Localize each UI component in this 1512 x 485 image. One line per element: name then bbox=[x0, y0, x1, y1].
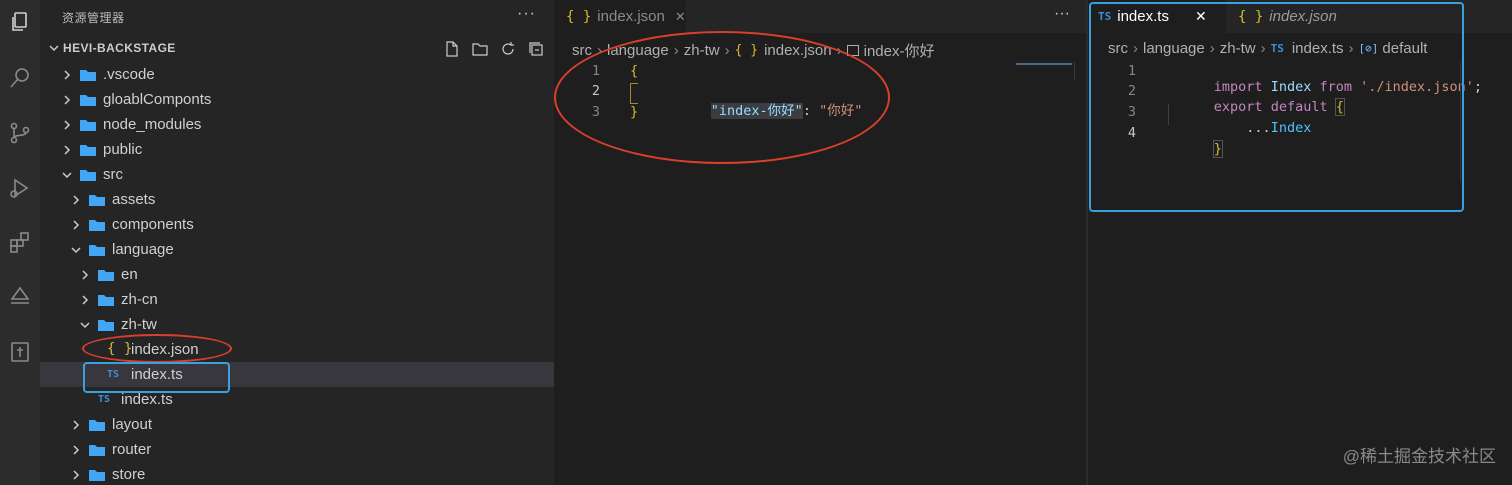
new-folder-icon[interactable] bbox=[470, 39, 490, 59]
more-actions-icon[interactable]: ··· bbox=[1054, 5, 1070, 23]
tree-item-router[interactable]: router bbox=[40, 437, 554, 462]
tree-item-gloablcomponts[interactable]: gloablComponts bbox=[40, 87, 554, 112]
tree-item-zh-cn[interactable]: zh-cn bbox=[40, 287, 554, 312]
folder-icon bbox=[89, 193, 105, 206]
docker-icon[interactable] bbox=[0, 332, 40, 372]
extensions-icon[interactable] bbox=[0, 222, 40, 262]
blue-annotation-box bbox=[1089, 2, 1464, 212]
tab-index-json[interactable]: { } index.json ✕ bbox=[556, 0, 686, 33]
explorer-icon[interactable] bbox=[0, 2, 40, 42]
tree-item-public[interactable]: public bbox=[40, 137, 554, 162]
vscode-window: 资源管理器 ··· HEVI-BACKSTAGE .vscode gloablC… bbox=[0, 0, 1512, 485]
folder-icon bbox=[80, 143, 96, 156]
breadcrumb-item[interactable]: index-你好 bbox=[864, 40, 935, 61]
folder-open-icon bbox=[98, 318, 114, 331]
json-file-icon: { } bbox=[566, 8, 592, 25]
tree-item-assets[interactable]: assets bbox=[40, 187, 554, 212]
tree-item-label: en bbox=[121, 266, 138, 283]
chevron-right-icon bbox=[62, 93, 72, 111]
tree-item-label: router bbox=[112, 441, 152, 458]
tree-item-label: src bbox=[103, 166, 123, 183]
chevron-right-icon bbox=[71, 418, 81, 436]
tab-label: index.json bbox=[597, 8, 665, 25]
explorer-sidebar: 资源管理器 ··· HEVI-BACKSTAGE .vscode gloablC… bbox=[40, 0, 554, 485]
tree-item-label: public bbox=[103, 141, 143, 158]
chevron-right-icon bbox=[80, 293, 90, 311]
tree-item-label: node_modules bbox=[103, 116, 202, 133]
tree-item-label: .vscode bbox=[103, 66, 155, 83]
minimap[interactable] bbox=[1016, 63, 1072, 65]
folder-icon bbox=[98, 293, 114, 306]
folder-open-icon bbox=[80, 168, 96, 181]
tree-item-layout[interactable]: layout bbox=[40, 412, 554, 437]
more-actions-icon[interactable]: ··· bbox=[517, 5, 536, 23]
folder-icon bbox=[89, 443, 105, 456]
tree-item-en[interactable]: en bbox=[40, 262, 554, 287]
source-control-icon[interactable] bbox=[0, 113, 40, 153]
tree-item-components[interactable]: components bbox=[40, 212, 554, 237]
refresh-icon[interactable] bbox=[498, 39, 518, 59]
chevron-down-icon bbox=[48, 41, 60, 59]
chevron-right-icon bbox=[71, 193, 81, 211]
tree-item-vscode[interactable]: .vscode bbox=[40, 62, 554, 87]
tree-item-label: components bbox=[112, 216, 194, 233]
close-icon[interactable]: ✕ bbox=[675, 9, 686, 25]
scrollbar[interactable] bbox=[1074, 62, 1084, 80]
project-name: HEVI-BACKSTAGE bbox=[63, 41, 176, 55]
tree-item-language[interactable]: language bbox=[40, 237, 554, 262]
red-annotation-ellipse bbox=[82, 334, 232, 363]
tree-item-label: index.ts bbox=[121, 391, 173, 408]
blue-annotation-box bbox=[83, 362, 230, 393]
chevron-right-icon bbox=[62, 118, 72, 136]
chevron-down-icon bbox=[61, 168, 73, 186]
tab-bar: { } index.json ✕ ··· bbox=[556, 0, 1086, 33]
tree-item-label: layout bbox=[112, 416, 153, 433]
folder-icon bbox=[98, 268, 114, 281]
tree-item-label: gloablComponts bbox=[103, 91, 212, 108]
watermark: @稀土掘金技术社区 bbox=[1342, 447, 1496, 466]
activity-bar bbox=[0, 0, 40, 485]
search-icon[interactable] bbox=[0, 58, 40, 98]
folder-icon bbox=[80, 93, 96, 106]
tree-item-zh-tw[interactable]: zh-tw bbox=[40, 312, 554, 337]
project-header[interactable]: HEVI-BACKSTAGE bbox=[40, 37, 554, 61]
chevron-down-icon bbox=[70, 243, 82, 261]
run-debug-icon[interactable] bbox=[0, 168, 40, 208]
tree-item-store[interactable]: store bbox=[40, 462, 554, 485]
code-punctuation: ; bbox=[1473, 79, 1483, 95]
chevron-right-icon bbox=[62, 143, 72, 161]
editor-group-1: { } index.json ✕ ··· src › language › zh… bbox=[554, 0, 1086, 485]
tree-item-label: zh-tw bbox=[121, 316, 157, 333]
chevron-right-icon bbox=[71, 218, 81, 236]
chevron-right-icon bbox=[62, 68, 72, 86]
folder-icon bbox=[80, 68, 96, 81]
chevron-right-icon bbox=[71, 443, 81, 461]
red-annotation-ellipse bbox=[554, 31, 890, 164]
ts-file-icon: TS bbox=[98, 394, 111, 405]
tree-item-label: store bbox=[112, 466, 146, 483]
tree-item-label: assets bbox=[112, 191, 156, 208]
tree-item-label: language bbox=[112, 241, 174, 258]
chevron-right-icon bbox=[71, 468, 81, 485]
chevron-right-icon bbox=[80, 268, 90, 286]
collapse-all-icon[interactable] bbox=[526, 39, 546, 59]
tree-item-node-modules[interactable]: node_modules bbox=[40, 112, 554, 137]
chevron-down-icon bbox=[79, 318, 91, 336]
folder-open-icon bbox=[89, 243, 105, 256]
explorer-title: 资源管理器 bbox=[62, 11, 125, 25]
folder-icon bbox=[89, 468, 105, 481]
new-file-icon[interactable] bbox=[442, 39, 462, 59]
folder-icon bbox=[80, 118, 96, 131]
folder-icon bbox=[89, 418, 105, 431]
remote-icon[interactable] bbox=[0, 277, 40, 317]
tree-item-src[interactable]: src bbox=[40, 162, 554, 187]
folder-icon bbox=[89, 218, 105, 231]
tree-item-label: zh-cn bbox=[121, 291, 158, 308]
editor-group-2: TS index.ts ✕ { } index.json src › langu… bbox=[1088, 0, 1512, 485]
